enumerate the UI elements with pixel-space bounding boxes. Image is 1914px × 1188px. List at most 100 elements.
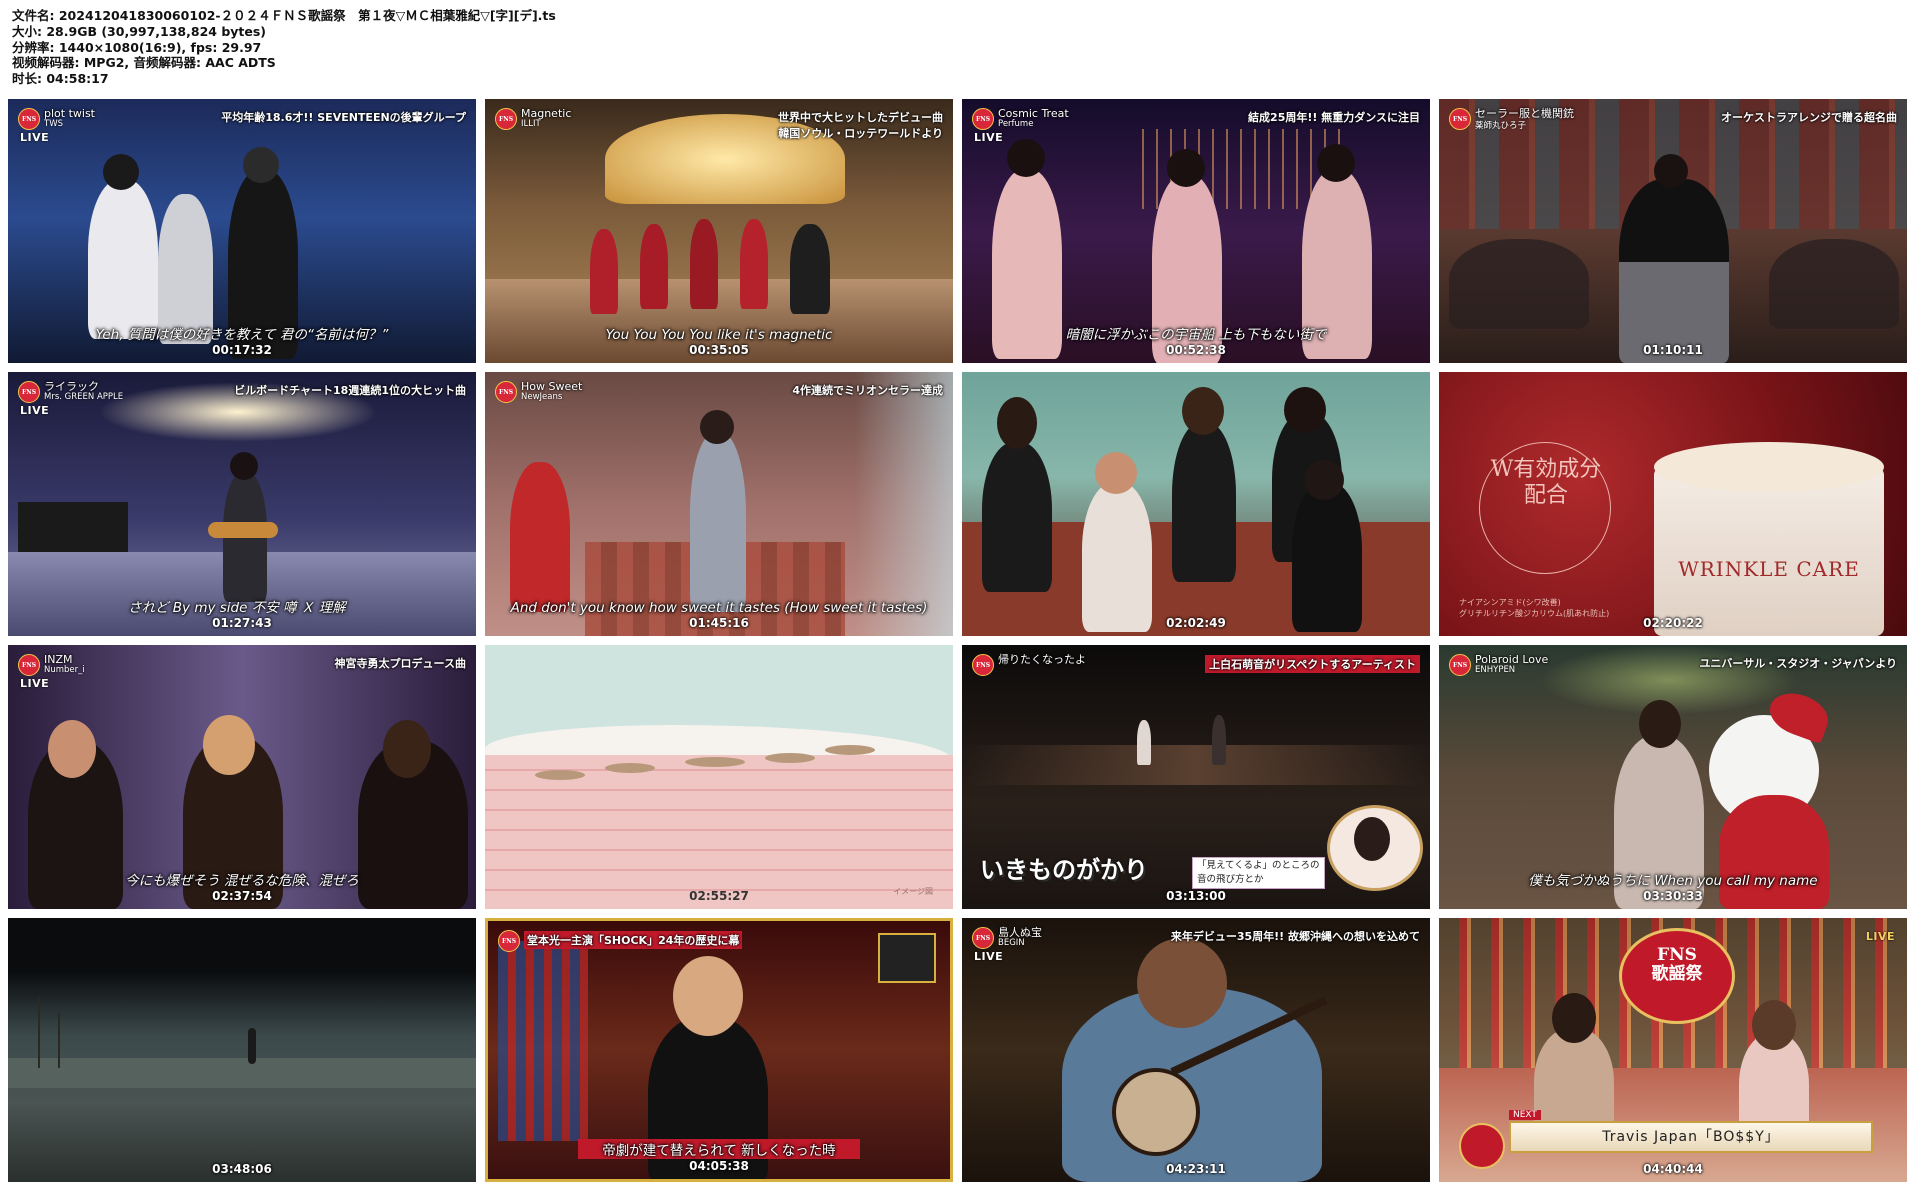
- scene-art: いきものがかり 「見えてくるよ」のところの 音の飛び方とか: [962, 645, 1430, 909]
- codec-line: 视频解码器: MPG2, 音频解码器: AAC ADTS: [12, 55, 276, 71]
- timestamp: 03:48:06: [212, 1162, 272, 1176]
- subtitle: You You You You like it's magnetic: [605, 327, 833, 343]
- subtitle: されど By my side 不安 噂 Ｘ 理解: [128, 600, 346, 616]
- live-badge: LIVE: [974, 131, 1004, 144]
- thumbnail-10: イメージ図 02:55:27: [485, 645, 953, 909]
- timestamp: 03:13:00: [1166, 889, 1226, 903]
- timestamp: 04:23:11: [1166, 1162, 1226, 1176]
- ad-headline: W有効成分 配合: [1490, 457, 1602, 508]
- subtitle: 帝劇が建て替えられて 新しくなった時: [578, 1139, 860, 1159]
- product-label: WRINKLE CARE: [1678, 557, 1860, 581]
- caption: 来年デビュー35周年!! 故郷沖縄への想いを込めて: [1170, 930, 1420, 943]
- scene-art: イメージ図: [485, 645, 953, 909]
- thumbnail-15: FNS 島人ぬ宝 BEGIN LIVE 来年デビュー35周年!! 故郷沖縄への想…: [962, 918, 1430, 1182]
- song-title: セーラー服と機関銃: [1475, 107, 1574, 120]
- caption: ビルボードチャート18週連続1位の大ヒット曲: [234, 384, 466, 397]
- thumbnail-6: FNS How Sweet NewJeans 4作連続でミリオンセラー達成 An…: [485, 372, 953, 636]
- scene-art: [485, 372, 953, 636]
- live-badge: LIVE: [20, 404, 50, 417]
- artist-name: ENHYPEN: [1475, 665, 1516, 675]
- timestamp: 03:30:33: [1643, 889, 1703, 903]
- song-title: Cosmic Treat: [998, 107, 1069, 120]
- live-badge: LIVE: [20, 677, 50, 690]
- fns-logo-icon: FNS: [1449, 108, 1471, 130]
- thumbnail-3: FNS Cosmic Treat Perfume LIVE 結成25周年!! 無…: [962, 99, 1430, 363]
- thumbnail-7: 02:02:49: [962, 372, 1430, 636]
- artist-name: Mrs. GREEN APPLE: [44, 392, 124, 402]
- artist-name: Number_i: [44, 665, 85, 675]
- subtitle: 暗闇に浮かぶこの宇宙船 上も下もない街で: [1065, 327, 1327, 343]
- timestamp: 04:40:44: [1643, 1162, 1703, 1176]
- subtitle: And don't you know how sweet it tastes (…: [510, 600, 928, 616]
- fns-logo-icon: FNS: [495, 381, 517, 403]
- artist-name: BEGIN: [998, 938, 1025, 948]
- fns-logo-icon: FNS: [972, 927, 994, 949]
- song-title: 島人ぬ宝: [998, 926, 1042, 939]
- artist-title: いきものがかり: [980, 856, 1148, 884]
- thumbnail-4: FNS セーラー服と機関銃 薬師丸ひろ子 オーケストラアレンジで贈る超名曲 01…: [1439, 99, 1907, 363]
- caption: オーケストラアレンジで贈る超名曲: [1721, 111, 1897, 124]
- fns-logo-icon: FNS: [18, 654, 40, 676]
- resolution-line: 分辨率: 1440×1080(16:9), fps: 29.97: [12, 39, 262, 55]
- caption: 結成25周年!! 無重力ダンスに注目: [1248, 111, 1420, 124]
- caption: 堂本光一主演「SHOCK」24年の歴史に幕: [524, 931, 743, 949]
- fns-logo-icon: FNS: [18, 108, 40, 130]
- song-title: Magnetic: [521, 107, 572, 120]
- timestamp: 01:27:43: [212, 616, 272, 630]
- file-info-header: 文件名: 20241204183006010­2-２０２４ＦＮＳ歌謡祭 第１夜▽…: [12, 8, 556, 87]
- timestamp: 00:35:05: [689, 343, 749, 357]
- scene-art: [1439, 99, 1907, 363]
- song-title: How Sweet: [521, 380, 583, 393]
- quote-bubble: 「見えてくるよ」のところの 音の飛び方とか: [1192, 857, 1325, 889]
- caption: 上白石萌音がリスペクトするアーティスト: [1205, 655, 1420, 673]
- live-badge: LIVE: [1865, 930, 1895, 943]
- fns-title: FNS 歌謡祭: [1651, 945, 1703, 984]
- thumbnail-14: FNS 堂本光一主演「SHOCK」24年の歴史に幕 帝劇が建て替えられて 新しく…: [485, 918, 953, 1182]
- timestamp: 02:02:49: [1166, 616, 1226, 630]
- timestamp: 02:37:54: [212, 889, 272, 903]
- song-title: 帰りたくなったよ: [998, 653, 1086, 666]
- fns-logo-icon: FNS: [1449, 654, 1471, 676]
- caption: ユニバーサル・スタジオ・ジャパンより: [1699, 657, 1897, 670]
- subtitle: 今にも爆ぜそう 混ぜるな危険、混ぜろ: [125, 873, 359, 889]
- thumbnail-grid: FNS plot twist TWS LIVE 平均年齢18.6才!! SEVE…: [8, 99, 1908, 1182]
- next-program: Travis Japan「BO$$Y」: [1509, 1121, 1873, 1153]
- artist-name: Perfume: [998, 119, 1034, 129]
- thumbnail-8: W有効成分 配合 ナイアシンアミド(シワ改善) グリチルリチン酸ジカリウム(肌あ…: [1439, 372, 1907, 636]
- artist-name: TWS: [44, 119, 63, 129]
- fns-logo-icon: FNS: [972, 108, 994, 130]
- artist-name: 薬師丸ひろ子: [1475, 121, 1527, 131]
- caption: 世界中で大ヒットしたデビュー曲 韓国ソウル・ロッテワールドより: [778, 111, 943, 140]
- file-size-line: 大小: 28.9GB (30,997,138,824 bytes): [12, 23, 267, 39]
- song-title: INZM: [44, 653, 73, 666]
- artist-name: NewJeans: [521, 392, 563, 402]
- fns-logo-icon: FNS: [972, 654, 994, 676]
- thumbnail-11: いきものがかり 「見えてくるよ」のところの 音の飛び方とか FNS 帰りたくなっ…: [962, 645, 1430, 909]
- timestamp: 00:17:32: [212, 343, 272, 357]
- caption: 平均年齢18.6才!! SEVENTEENの後輩グループ: [221, 111, 466, 124]
- scene-art: W有効成分 配合 ナイアシンアミド(シワ改善) グリチルリチン酸ジカリウム(肌あ…: [1439, 372, 1907, 636]
- scene-art: FNS 歌謡祭 NEXT Travis Japan「BO$$Y」: [1439, 918, 1907, 1182]
- fns-logo-icon: FNS: [495, 108, 517, 130]
- song-title: ライラック: [44, 380, 99, 393]
- timestamp: 01:45:16: [689, 616, 749, 630]
- timestamp: 02:55:27: [689, 889, 749, 903]
- caption: 神宮寺勇太プロデュース曲: [334, 657, 466, 670]
- live-badge: LIVE: [974, 950, 1004, 963]
- thumbnail-1: FNS plot twist TWS LIVE 平均年齢18.6才!! SEVE…: [8, 99, 476, 363]
- caption: 4作連続でミリオンセラー達成: [792, 384, 943, 397]
- timestamp: 02:20:22: [1643, 616, 1703, 630]
- file-name-line: 文件名: 20241204183006010­2-２０２４ＦＮＳ歌謡祭 第１夜▽…: [12, 8, 556, 23]
- live-badge: LIVE: [20, 131, 50, 144]
- timestamp: 00:52:38: [1166, 343, 1226, 357]
- subtitle: Yeh, 質問は僕の好きを教えて 君の“名前は何？”: [95, 327, 389, 343]
- fns-logo-icon: FNS: [18, 381, 40, 403]
- scene-art: [8, 918, 476, 1182]
- next-badge: NEXT: [1509, 1110, 1541, 1120]
- thumbnail-9: FNS INZM Number_i LIVE 神宮寺勇太プロデュース曲 今にも爆…: [8, 645, 476, 909]
- scene-art: [962, 918, 1430, 1182]
- duration-line: 时长: 04:58:17: [12, 71, 109, 87]
- thumbnail-16: FNS 歌謡祭 NEXT Travis Japan「BO$$Y」 LIVE 04…: [1439, 918, 1907, 1182]
- timestamp: 01:10:11: [1643, 343, 1703, 357]
- fns-logo-icon: FNS: [498, 930, 520, 952]
